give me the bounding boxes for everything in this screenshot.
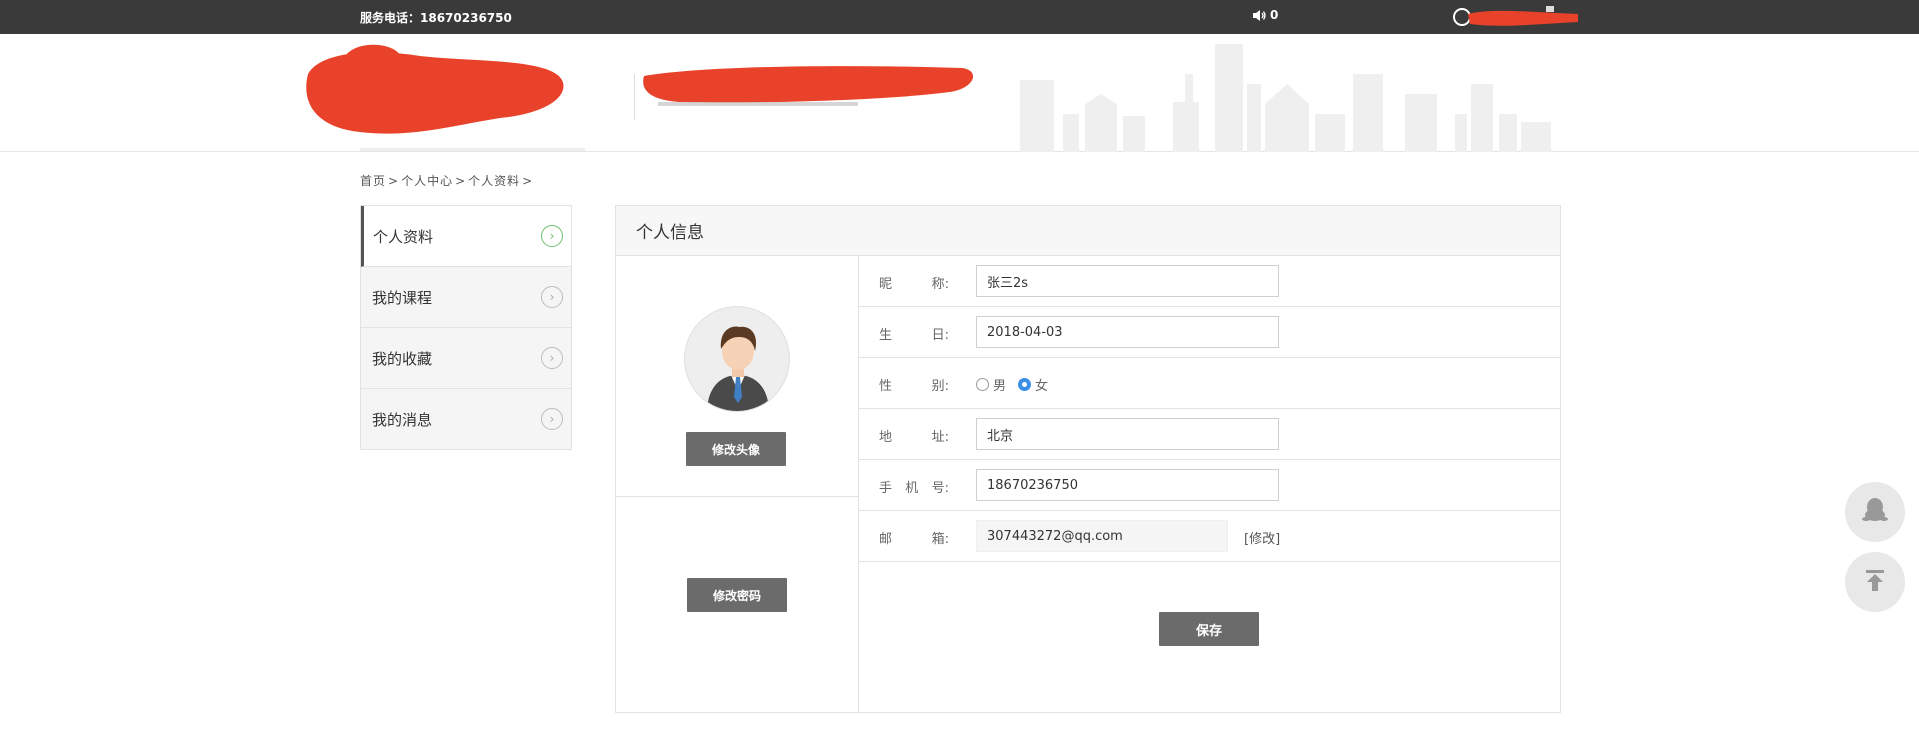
city-skyline-decoration (1015, 44, 1560, 152)
nickname-label: 昵称: (879, 277, 949, 292)
sidebar-item-label: 我的课程 (372, 288, 433, 307)
breadcrumb-home[interactable]: 首页 (360, 174, 386, 188)
birthday-row: 生日: 2018-04-03 (859, 307, 1560, 358)
change-avatar-button[interactable]: 修改头像 (686, 432, 786, 466)
modify-email-link[interactable]: [修改] (1244, 528, 1280, 547)
arrow-up-icon (1862, 567, 1888, 597)
breadcrumb-separator: > (522, 174, 534, 188)
email-value: 307443272@qq.com (976, 520, 1228, 552)
gender-male-radio[interactable]: 男 (976, 375, 1006, 394)
radio-unchecked-icon (976, 378, 989, 391)
radio-checked-icon (1018, 378, 1032, 391)
birthday-label: 生日: (879, 328, 949, 343)
chevron-right-icon: › (541, 347, 563, 369)
sidebar-item-label: 个人资料 (373, 227, 434, 246)
mobile-input[interactable]: 18670236750 (976, 469, 1279, 501)
back-to-top-button[interactable] (1845, 552, 1905, 612)
panel-title: 个人信息 (616, 206, 1560, 256)
sidebar-item-courses[interactable]: 我的课程 › (361, 267, 571, 328)
mobile-label: 手机号: (879, 481, 949, 496)
nickname-row: 昵称: 张三2s (859, 256, 1560, 307)
email-label: 邮箱: (879, 532, 949, 547)
address-input[interactable]: 北京 (976, 418, 1279, 450)
breadcrumb-personal-center[interactable]: 个人中心 (401, 174, 453, 188)
sidebar-item-label: 我的收藏 (372, 349, 433, 368)
profile-form: 昵称: 张三2s 生日: 2018-04-03 性别: 男 女 地址: 北京 手… (859, 256, 1560, 562)
redacted-user-info (1450, 6, 1580, 28)
redacted-site-title (640, 62, 980, 116)
avatar-section: 修改头像 (616, 256, 858, 497)
change-password-button[interactable]: 修改密码 (687, 578, 787, 612)
nickname-input[interactable]: 张三2s (976, 265, 1279, 297)
header-divider (634, 74, 635, 120)
sidebar-item-messages[interactable]: 我的消息 › (361, 389, 571, 450)
message-indicator[interactable]: 0 (1252, 8, 1278, 22)
qq-contact-button[interactable] (1845, 482, 1905, 542)
top-bar: 服务电话：18670236750 0 (0, 0, 1919, 34)
mobile-row: 手机号: 18670236750 (859, 460, 1560, 511)
sidebar-item-label: 我的消息 (372, 410, 433, 429)
profile-panel: 个人信息 修改头像 修改密码 昵称: 张三2s 生日: 2018-04-03 性… (615, 205, 1561, 713)
qq-penguin-icon (1860, 495, 1890, 529)
breadcrumb-profile[interactable]: 个人资料 (468, 174, 520, 188)
save-button[interactable]: 保存 (1159, 612, 1259, 646)
sidebar: 个人资料 › 我的课程 › 我的收藏 › 我的消息 › (360, 205, 572, 450)
gender-female-radio[interactable]: 女 (1018, 375, 1048, 394)
address-label: 地址: (879, 430, 949, 445)
breadcrumb: 首页 > 个人中心 > 个人资料 > (360, 172, 535, 189)
breadcrumb-separator: > (455, 174, 467, 188)
chevron-right-icon: › (541, 286, 563, 308)
avatar-column: 修改头像 修改密码 (616, 256, 859, 712)
birthday-input[interactable]: 2018-04-03 (976, 316, 1279, 348)
breadcrumb-separator: > (388, 174, 400, 188)
site-header (0, 34, 1919, 152)
chevron-right-icon: › (541, 408, 563, 430)
gender-label: 性别: (879, 379, 949, 394)
header-underline (360, 148, 585, 151)
email-row: 邮箱: 307443272@qq.com [修改] (859, 511, 1560, 562)
chevron-right-icon: › (541, 225, 563, 247)
speaker-icon (1252, 9, 1267, 22)
avatar (684, 306, 790, 412)
gender-radio-group: 男 女 (976, 375, 1048, 394)
sidebar-item-favorites[interactable]: 我的收藏 › (361, 328, 571, 389)
redacted-logo (300, 44, 570, 144)
message-count: 0 (1270, 8, 1279, 22)
address-row: 地址: 北京 (859, 409, 1560, 460)
service-phone: 服务电话：18670236750 (360, 11, 512, 25)
sidebar-item-profile[interactable]: 个人资料 › (361, 206, 571, 267)
gender-row: 性别: 男 女 (859, 358, 1560, 409)
